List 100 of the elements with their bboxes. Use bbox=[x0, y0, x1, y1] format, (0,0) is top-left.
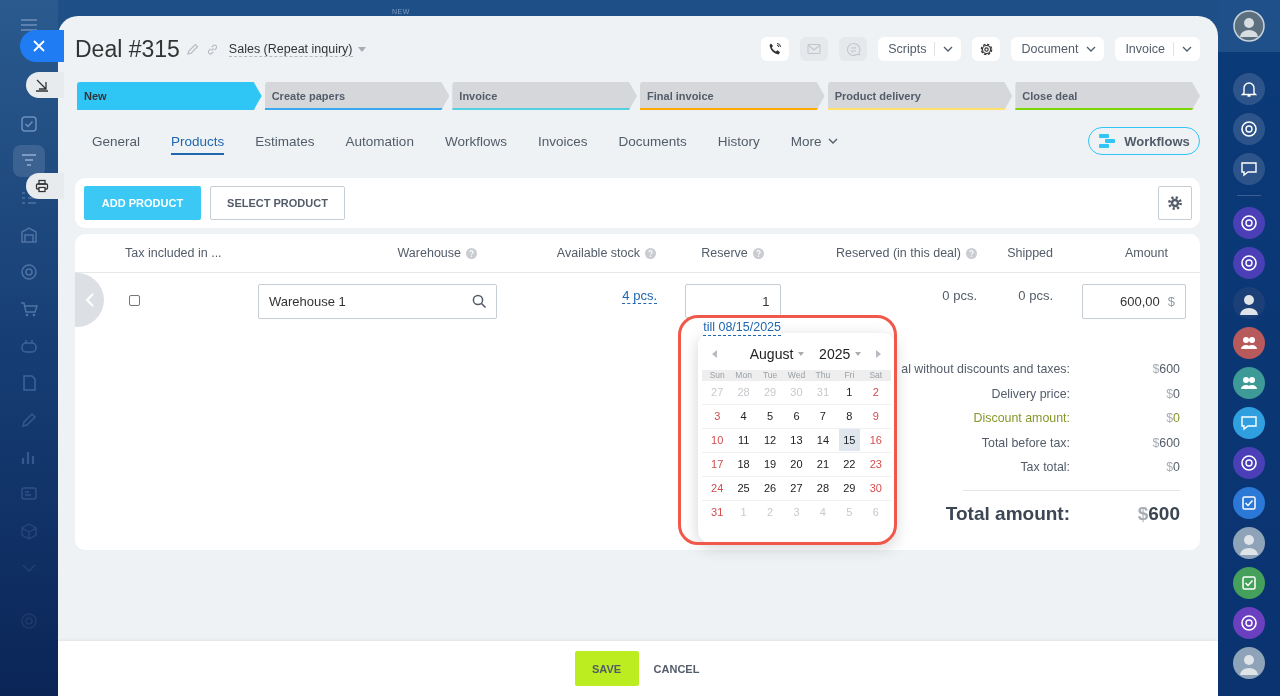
stock-link[interactable]: 4 pcs. bbox=[622, 288, 657, 304]
calendar-day[interactable]: 16 bbox=[865, 429, 886, 451]
pipeline-stage[interactable]: Final invoice bbox=[640, 82, 825, 110]
bell-icon[interactable] bbox=[1233, 72, 1265, 105]
group-icon[interactable] bbox=[1233, 326, 1265, 359]
total-label: Delivery price: bbox=[990, 385, 1070, 403]
ring-icon[interactable] bbox=[1233, 446, 1265, 479]
calendar-day[interactable]: 15 bbox=[839, 429, 860, 451]
calendar-day[interactable]: 24 bbox=[707, 477, 728, 499]
pipeline-stage[interactable]: Product delivery bbox=[827, 82, 1013, 110]
save-button[interactable]: SAVE bbox=[574, 651, 639, 686]
pipeline-stage[interactable]: Create papers bbox=[264, 82, 450, 110]
total-value: $600 bbox=[1136, 501, 1180, 526]
avatar-icon[interactable] bbox=[1233, 10, 1265, 42]
checkbox-icon[interactable] bbox=[20, 114, 38, 133]
month-dropdown[interactable]: August bbox=[749, 346, 805, 362]
ring-icon[interactable] bbox=[1233, 606, 1265, 639]
calendar-day[interactable]: 9 bbox=[865, 405, 886, 427]
weekday-label: Sun bbox=[708, 370, 726, 381]
pipeline-stage[interactable]: New bbox=[77, 82, 262, 110]
calendar-day[interactable]: 30 bbox=[865, 477, 886, 499]
pipeline-dropdown[interactable]: Sales (Repeat inquiry) bbox=[228, 41, 366, 57]
task-icon[interactable] bbox=[1233, 486, 1265, 519]
ring-icon[interactable] bbox=[1233, 206, 1265, 239]
chevron-down-icon[interactable] bbox=[943, 46, 954, 52]
pipeline-stage[interactable]: Close deal bbox=[1015, 82, 1201, 110]
calendar-day[interactable]: 7 bbox=[812, 405, 834, 427]
calendar-day[interactable]: 10 bbox=[707, 429, 728, 451]
chevron-left-icon bbox=[84, 292, 95, 308]
column-header: Shipped bbox=[1007, 246, 1053, 260]
settings-button[interactable] bbox=[972, 37, 1001, 61]
avatar-icon[interactable] bbox=[1233, 286, 1265, 319]
amount-field[interactable]: 600,00 $ bbox=[1082, 284, 1186, 319]
settings-button[interactable] bbox=[1158, 186, 1192, 220]
tab[interactable]: Products bbox=[171, 127, 225, 155]
tab[interactable]: Documents bbox=[618, 127, 687, 155]
calendar-day[interactable]: 25 bbox=[733, 477, 754, 499]
calendar-day[interactable]: 27 bbox=[786, 477, 807, 499]
total-label: Total before tax: bbox=[980, 434, 1070, 452]
calendar-day[interactable]: 29 bbox=[839, 477, 860, 499]
collapse-handle[interactable] bbox=[75, 273, 104, 327]
caret-icon bbox=[798, 352, 805, 356]
calendar-day[interactable]: 26 bbox=[759, 477, 781, 499]
checkbox[interactable] bbox=[129, 295, 140, 306]
table-cell: 0 pcs. bbox=[942, 288, 977, 303]
caret-icon bbox=[855, 352, 862, 356]
tab[interactable]: Estimates bbox=[255, 127, 315, 155]
warehouse-field[interactable]: Warehouse 1 bbox=[258, 284, 497, 319]
avatar-icon[interactable] bbox=[1233, 646, 1265, 679]
search-icon[interactable] bbox=[472, 294, 487, 309]
calendar-day[interactable]: 5 bbox=[759, 405, 781, 427]
split-button[interactable]: Scripts bbox=[878, 37, 962, 61]
call-button[interactable] bbox=[761, 37, 790, 61]
calendar-day[interactable]: 23 bbox=[865, 453, 886, 475]
calendar-day[interactable]: 31 bbox=[707, 501, 728, 523]
workflow-icon bbox=[1098, 133, 1117, 149]
select-product-button[interactable]: SELECT PRODUCT bbox=[210, 186, 345, 220]
document-dropdown[interactable]: Document bbox=[1011, 37, 1105, 61]
calendar-day[interactable]: 19 bbox=[759, 453, 781, 475]
chevron-down-icon[interactable] bbox=[1182, 46, 1192, 52]
task-icon[interactable] bbox=[1233, 566, 1265, 599]
pipeline-stage[interactable]: Invoice bbox=[452, 82, 637, 110]
tab[interactable]: General bbox=[92, 127, 141, 155]
calendar-day[interactable]: 20 bbox=[786, 453, 807, 475]
tab[interactable]: History bbox=[717, 127, 760, 155]
reserve-date-link[interactable]: till 08/15/2025 bbox=[703, 320, 781, 336]
calendar-day[interactable]: 1 bbox=[839, 381, 860, 403]
close-button[interactable] bbox=[20, 30, 64, 62]
more-menu-tab[interactable]: More bbox=[790, 127, 838, 155]
avatar-icon[interactable] bbox=[1233, 526, 1265, 559]
calendar-day[interactable]: 17 bbox=[707, 453, 728, 475]
calendar-day[interactable]: 3 bbox=[707, 405, 728, 427]
total-label: Discount amount: bbox=[972, 410, 1070, 427]
ring-icon[interactable] bbox=[1233, 112, 1265, 145]
print-button[interactable] bbox=[26, 173, 64, 199]
split-button[interactable]: Invoice bbox=[1115, 37, 1200, 61]
calendar-day[interactable]: 12 bbox=[759, 429, 781, 451]
calendar-day[interactable]: 14 bbox=[812, 429, 834, 451]
calendar-day[interactable]: 6 bbox=[786, 405, 807, 427]
calendar-day[interactable]: 21 bbox=[812, 453, 834, 475]
calendar-day[interactable]: 8 bbox=[839, 405, 860, 427]
calendar-day[interactable]: 13 bbox=[786, 429, 807, 451]
cancel-button[interactable]: CANCEL bbox=[651, 651, 702, 686]
group-icon[interactable] bbox=[1233, 366, 1265, 399]
chat-icon[interactable] bbox=[1233, 152, 1265, 185]
tab[interactable]: Workflows bbox=[444, 127, 507, 155]
year-dropdown[interactable]: 2025 bbox=[819, 346, 862, 362]
ring-icon[interactable] bbox=[1233, 246, 1265, 279]
tab[interactable]: Automation bbox=[345, 127, 414, 155]
calendar-day[interactable]: 4 bbox=[733, 405, 754, 427]
calendar-day[interactable]: 22 bbox=[839, 453, 860, 475]
calendar-day[interactable]: 11 bbox=[733, 429, 754, 451]
tab[interactable]: Invoices bbox=[537, 127, 588, 155]
total-value: $0 bbox=[1165, 459, 1180, 476]
chat-icon[interactable] bbox=[1233, 406, 1265, 439]
calendar-day[interactable]: 28 bbox=[812, 477, 834, 499]
download-button[interactable] bbox=[26, 72, 64, 98]
reserve-field[interactable]: 1 bbox=[684, 284, 781, 318]
calendar-day[interactable]: 18 bbox=[733, 453, 754, 475]
calendar-day[interactable]: 2 bbox=[865, 381, 886, 403]
